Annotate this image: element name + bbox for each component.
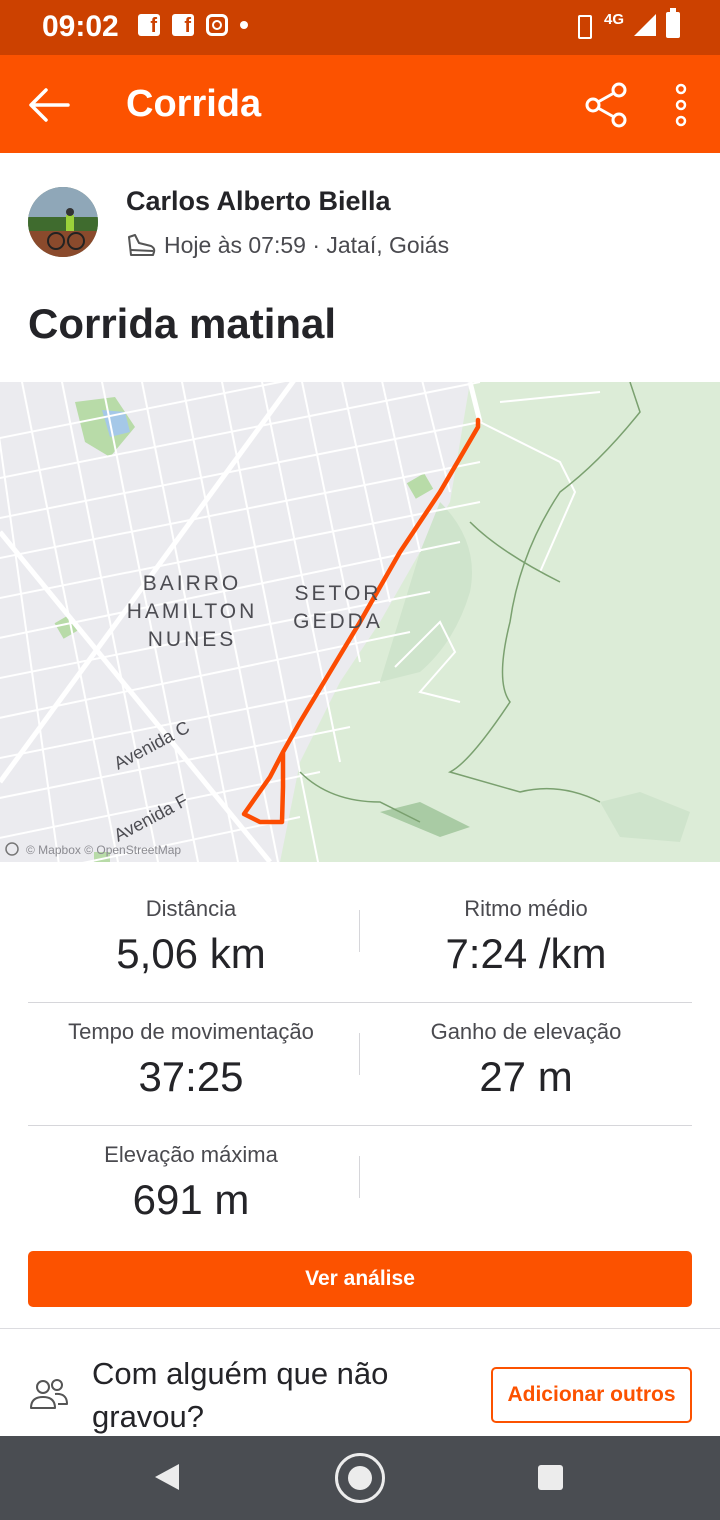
stats-row: Tempo de movimentação 37:25 Ganho de ele… — [28, 1003, 692, 1126]
stats-row: Elevação máxima 691 m — [28, 1126, 692, 1249]
companions-prompt: Com alguém que não gravou? — [92, 1356, 389, 1434]
stat-label: Ritmo médio — [464, 896, 588, 921]
map-attribution[interactable]: © Mapbox © OpenStreetMap — [5, 842, 181, 857]
stat-value: 7:24 /km — [445, 930, 607, 977]
group-icon — [30, 1379, 68, 1409]
stat-label: Distância — [145, 896, 237, 921]
avatar-photo — [28, 187, 98, 257]
map-label-bairro: BAIRRO — [143, 572, 242, 595]
map-label-bairro: HAMILTON — [127, 600, 258, 623]
more-options-button[interactable] — [666, 83, 696, 127]
stats-grid: Distância 5,06 km Ritmo médio 7:24 /km T… — [28, 880, 692, 1249]
add-others-button[interactable]: Adicionar outros — [491, 1367, 692, 1423]
stat-elevation-gain: Ganho de elevação 27 m — [360, 1003, 692, 1101]
battery-icon — [666, 8, 680, 38]
athlete-name[interactable]: Carlos Alberto Biella — [126, 186, 391, 217]
view-analysis-button[interactable]: Ver análise — [28, 1251, 692, 1307]
app-bar: Corrida — [0, 55, 720, 153]
nav-back-icon[interactable] — [155, 1464, 179, 1490]
stat-divider — [359, 1156, 360, 1198]
stat-value: 5,06 km — [116, 930, 266, 977]
share-icon — [585, 82, 627, 128]
stat-value: 691 m — [132, 1176, 250, 1223]
share-button[interactable] — [584, 81, 630, 129]
network-type: 4G — [603, 10, 624, 28]
nav-recents-icon[interactable] — [538, 1465, 563, 1490]
dot-icon — [240, 21, 248, 29]
section-divider — [0, 1328, 720, 1329]
activity-date-location: Hoje às 07:59 · Jataí, Goiás — [164, 232, 450, 258]
stats-row: Distância 5,06 km Ritmo médio 7:24 /km — [28, 880, 692, 1003]
shoe-icon — [128, 233, 156, 256]
map-label-bairro: NUNES — [148, 628, 237, 651]
avatar[interactable] — [28, 187, 98, 257]
arrow-left-icon — [29, 88, 70, 122]
stat-value: 27 m — [479, 1053, 573, 1100]
stat-max-elevation: Elevação máxima 691 m — [28, 1126, 354, 1224]
stat-label: Ganho de elevação — [430, 1019, 622, 1044]
vibrate-icon — [572, 13, 594, 39]
status-bar: 09:02 4G — [0, 0, 720, 55]
attribution-text: © Mapbox © OpenStreetMap — [26, 843, 181, 857]
map-canvas: BAIRRO HAMILTON NUNES SETOR GEDDA Avenid… — [0, 382, 720, 862]
status-time: 09:02 — [42, 10, 119, 43]
more-vertical-icon — [675, 83, 687, 127]
activity-meta: Hoje às 07:59 · Jataí, Goiás — [126, 232, 449, 259]
page-title: Corrida — [126, 83, 262, 125]
stat-value: 37:25 — [138, 1053, 244, 1100]
stat-moving-time: Tempo de movimentação 37:25 — [28, 1003, 354, 1101]
stat-label: Tempo de movimentação — [68, 1019, 314, 1044]
map-label-setor: GEDDA — [293, 610, 383, 633]
signal-icon — [634, 14, 656, 36]
facebook-icon — [172, 14, 194, 38]
stat-pace: Ritmo médio 7:24 /km — [360, 880, 692, 978]
back-button[interactable] — [28, 85, 70, 125]
system-icons: 4G — [572, 8, 680, 39]
activity-title: Corrida matinal — [28, 300, 337, 347]
route-map[interactable]: BAIRRO HAMILTON NUNES SETOR GEDDA Avenid… — [0, 382, 720, 862]
system-nav-bar — [0, 1436, 720, 1520]
stat-label: Elevação máxima — [104, 1142, 278, 1167]
facebook-icon — [138, 14, 160, 38]
map-label-setor: SETOR — [295, 582, 382, 605]
instagram-icon — [206, 14, 228, 36]
stat-distance: Distância 5,06 km — [28, 880, 354, 978]
nav-home-icon[interactable] — [335, 1453, 385, 1503]
notification-icons — [138, 14, 248, 38]
